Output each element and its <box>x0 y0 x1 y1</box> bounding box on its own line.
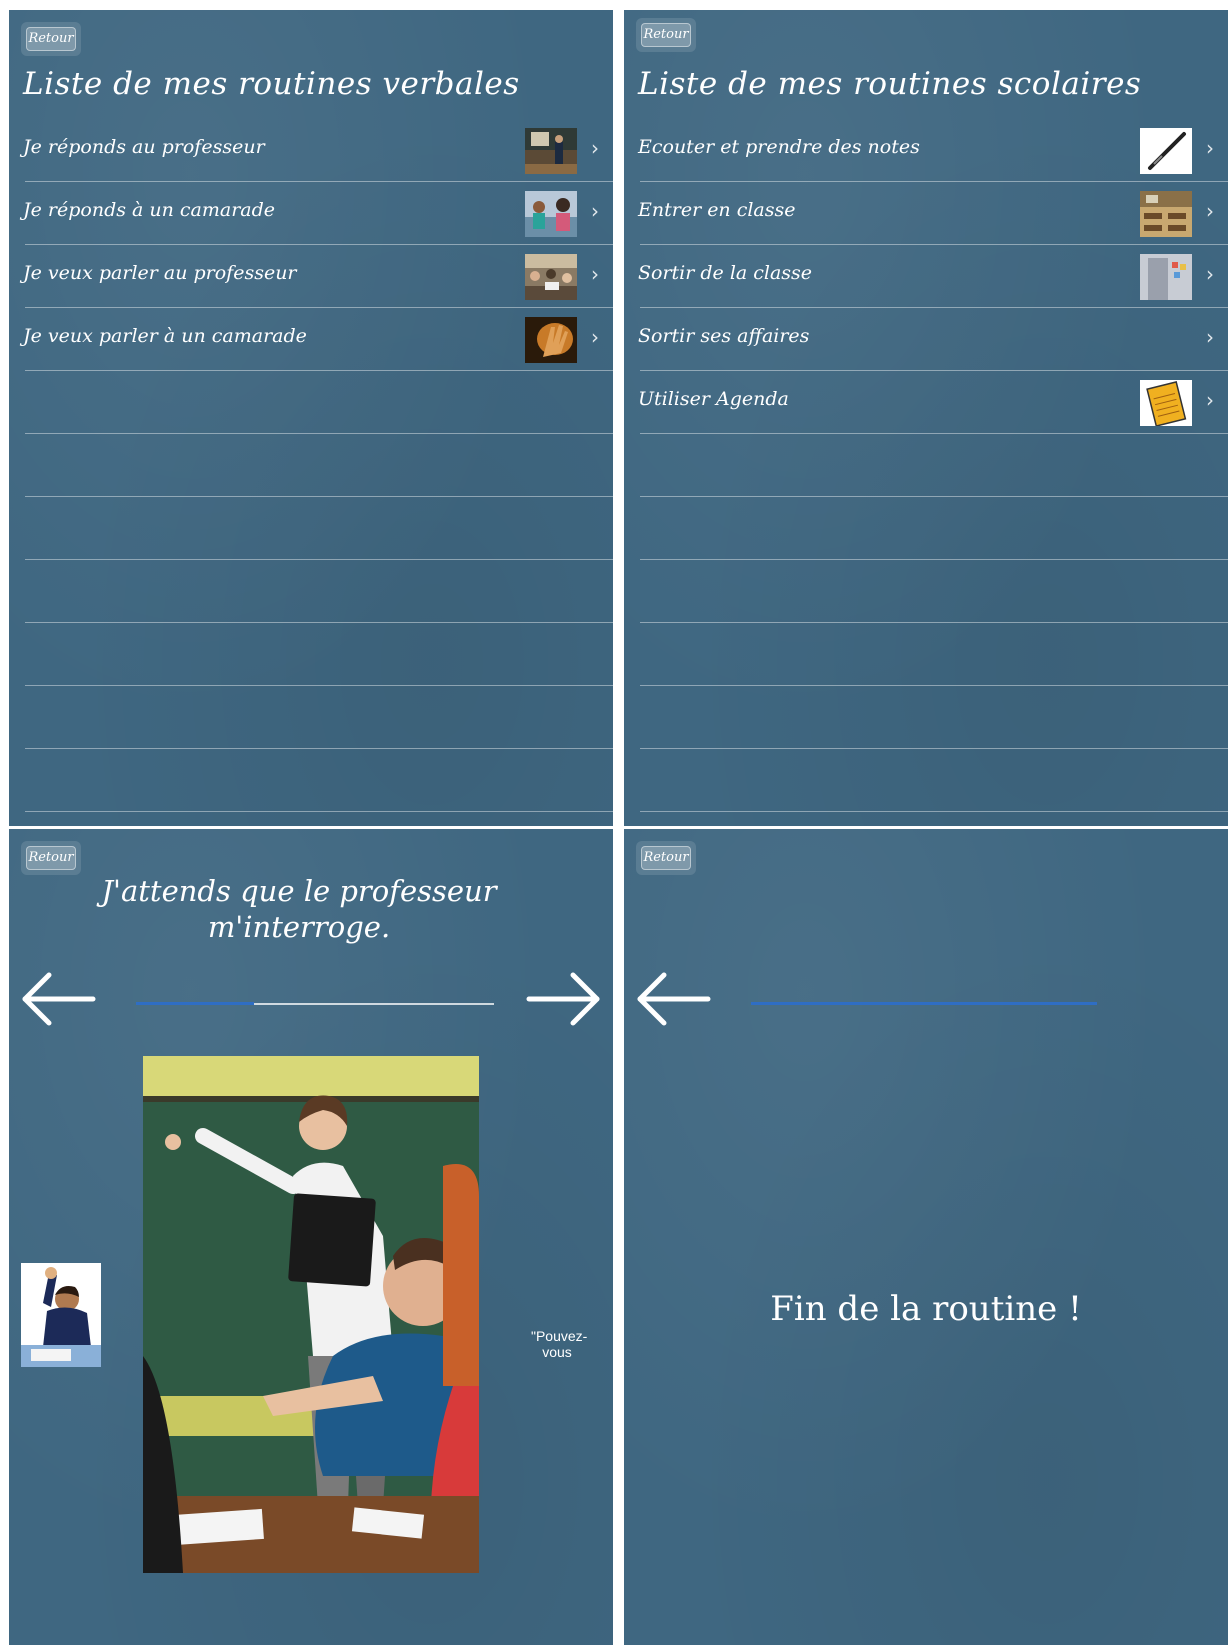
list-item[interactable]: Je veux parler à un camarade › <box>23 308 613 371</box>
list-item[interactable]: Entrer en classe › <box>638 182 1228 245</box>
list-item-label: Je réponds à un camarade <box>23 199 276 221</box>
classroom-door-thumbnail <box>1140 254 1192 300</box>
school-routines-screen: Retour Liste de mes routines scolaires E… <box>624 10 1228 826</box>
empty-row <box>25 623 613 686</box>
chevron-right-icon: › <box>1206 136 1214 160</box>
list-item-label: Je veux parler à un camarade <box>23 325 307 347</box>
students-talking-thumbnail <box>525 191 577 237</box>
step-instruction: J'attends que le professeur m'interroge. <box>101 874 497 944</box>
back-button[interactable]: Retour <box>21 22 81 56</box>
chevron-right-icon: › <box>1206 199 1214 223</box>
back-button-label: Retour <box>641 23 691 47</box>
back-button-label: Retour <box>26 846 76 870</box>
list-item-label: Ecouter et prendre des notes <box>638 136 920 158</box>
list-item[interactable]: Sortir ses affaires › <box>638 308 1228 371</box>
empty-row <box>25 497 613 560</box>
empty-row <box>640 749 1228 812</box>
empty-row <box>640 497 1228 560</box>
progress-bar <box>136 1002 494 1005</box>
list-item-label: Utiliser Agenda <box>638 388 789 410</box>
teacher-at-board-thumbnail <box>525 128 577 174</box>
arrow-left-icon[interactable] <box>19 969 97 1029</box>
list-item[interactable]: Je veux parler au professeur › <box>23 245 613 308</box>
next-step-caption: "Pouvez-vous <box>531 1328 588 1360</box>
chevron-right-icon: › <box>591 325 599 349</box>
back-button[interactable]: Retour <box>636 841 696 875</box>
student-raising-hand-image <box>21 1263 101 1367</box>
list-item[interactable]: Je réponds à un camarade › <box>23 182 613 245</box>
arrow-right-icon[interactable] <box>525 969 603 1029</box>
classroom-desks-thumbnail <box>1140 191 1192 237</box>
back-button-label: Retour <box>641 846 691 870</box>
list-item-label: Je réponds au professeur <box>23 136 265 158</box>
routine-step-screen: Retour J'attends que le professeur m'int… <box>9 829 613 1645</box>
verbal-routines-screen: Retour Liste de mes routines verbales Je… <box>9 10 613 826</box>
chevron-right-icon: › <box>591 262 599 286</box>
list-item[interactable]: Je réponds au professeur › <box>23 119 613 182</box>
teacher-writing-on-board-image <box>143 1056 479 1573</box>
back-button[interactable]: Retour <box>636 18 696 52</box>
chevron-right-icon: › <box>1206 262 1214 286</box>
progress-bar <box>751 1002 1097 1005</box>
empty-row <box>25 434 613 497</box>
page-title: Liste de mes routines verbales <box>23 66 520 102</box>
empty-row <box>25 560 613 623</box>
end-message: Fin de la routine ! <box>770 1289 1082 1329</box>
progress-fill <box>751 1002 1097 1005</box>
progress-fill <box>136 1002 255 1005</box>
pen-thumbnail <box>1140 128 1192 174</box>
empty-row <box>640 560 1228 623</box>
empty-row <box>640 434 1228 497</box>
list-item[interactable]: Ecouter et prendre des notes › <box>638 119 1228 182</box>
list-item[interactable]: Sortir de la classe › <box>638 245 1228 308</box>
agenda-notebook-thumbnail <box>1140 380 1192 426</box>
list-item-label: Entrer en classe <box>638 199 796 221</box>
empty-row <box>25 749 613 812</box>
chevron-right-icon: › <box>591 136 599 160</box>
raised-hand-thumbnail <box>525 317 577 363</box>
back-button-label: Retour <box>26 27 76 51</box>
arrow-left-icon[interactable] <box>634 969 712 1029</box>
routine-list: Je réponds au professeur › Je réponds à … <box>9 119 613 812</box>
page-title: Liste de mes routines scolaires <box>638 66 1142 102</box>
routine-list: Ecouter et prendre des notes › Entrer en… <box>624 119 1228 812</box>
empty-row <box>25 371 613 434</box>
list-item-label: Sortir ses affaires <box>638 325 810 347</box>
chevron-right-icon: › <box>591 199 599 223</box>
list-item[interactable]: Utiliser Agenda › <box>638 371 1228 434</box>
back-button[interactable]: Retour <box>21 841 81 875</box>
list-item-label: Je veux parler au professeur <box>23 262 297 284</box>
chevron-right-icon: › <box>1206 388 1214 412</box>
list-item-label: Sortir de la classe <box>638 262 813 284</box>
empty-row <box>640 686 1228 749</box>
classroom-students-thumbnail <box>525 254 577 300</box>
empty-row <box>25 686 613 749</box>
end-of-routine-screen: Retour Fin de la routine ! <box>624 829 1228 1645</box>
empty-row <box>640 623 1228 686</box>
chevron-right-icon: › <box>1206 325 1214 349</box>
